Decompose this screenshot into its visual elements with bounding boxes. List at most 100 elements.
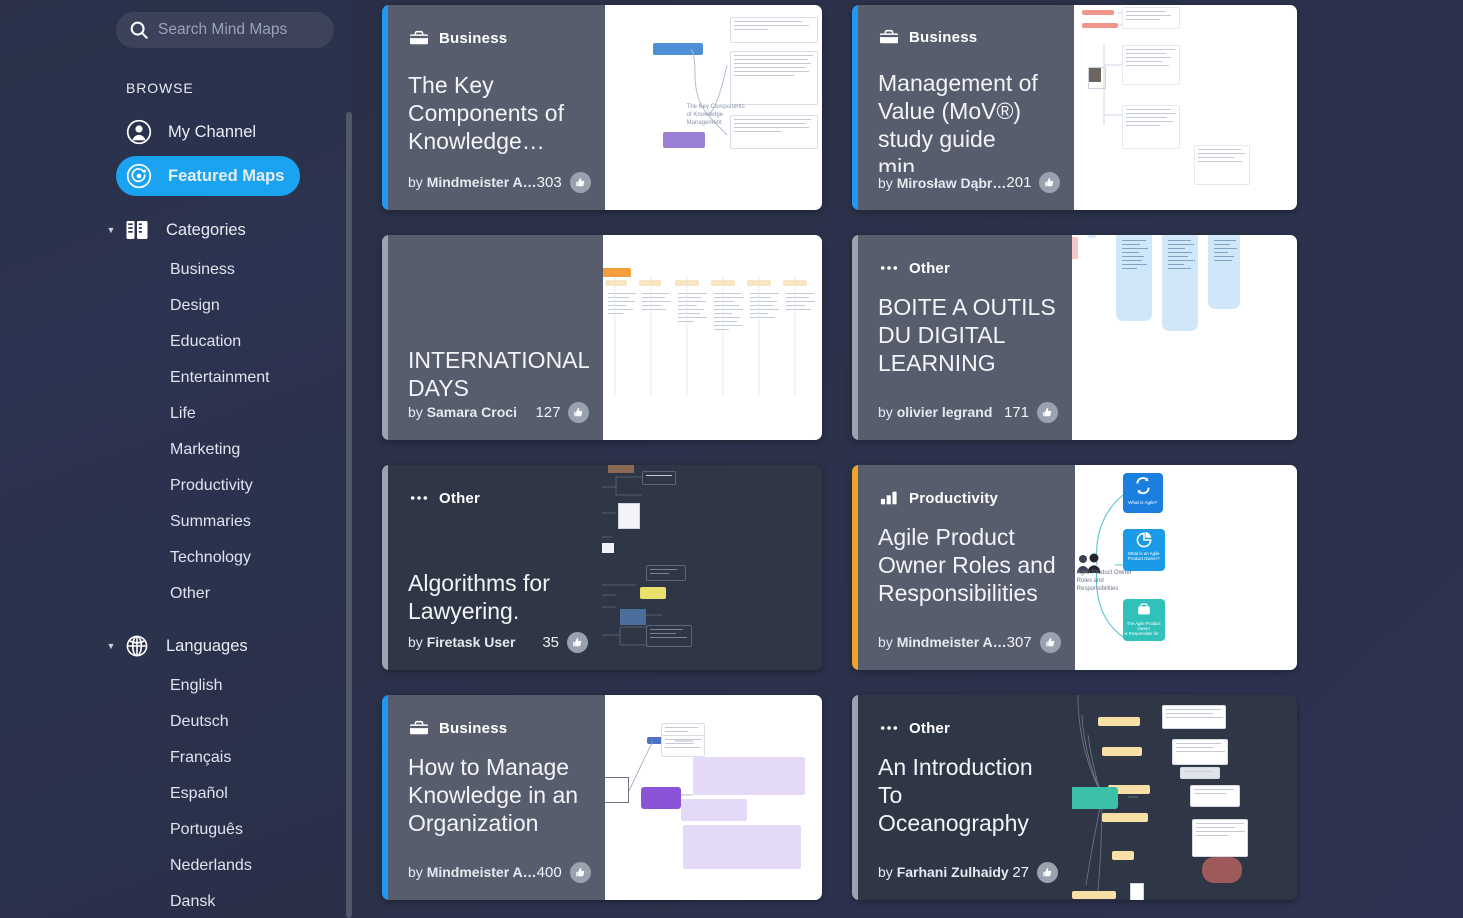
category-item-summaries[interactable]: Summaries <box>170 504 326 540</box>
byline-prefix: by <box>408 404 423 421</box>
card-category-badge: Productivity <box>878 487 1061 509</box>
card-likes[interactable]: 171 <box>1003 401 1058 423</box>
card-likes[interactable]: 35 <box>542 631 588 653</box>
card-accent-bar <box>382 5 388 210</box>
language-item-portugues[interactable]: Português <box>170 812 326 848</box>
byline-prefix: by <box>408 864 423 880</box>
card-category-badge: Other <box>878 717 1058 739</box>
category-item-business[interactable]: Business <box>170 252 326 288</box>
card-likes[interactable]: 400 <box>537 861 591 883</box>
card-footer: by Firetask User 35 <box>408 630 588 654</box>
card-title: BOITE A OUTILS DU DIGITAL LEARNING <box>878 294 1056 376</box>
mind-map-card[interactable]: Other BOITE A OUTILS DU DIGITAL LEARNING… <box>852 235 1297 440</box>
card-footer: by Mirosław Dąbr… 201 <box>878 172 1061 194</box>
thumbs-up-icon[interactable] <box>567 631 588 653</box>
category-item-education[interactable]: Education <box>170 324 326 360</box>
byline-prefix: by <box>878 404 893 420</box>
mind-map-card[interactable]: Business Management of Value (MoV®) stud… <box>852 5 1297 210</box>
language-item-nederlands[interactable]: Nederlands <box>170 848 326 884</box>
card-accent-bar <box>382 465 388 670</box>
mind-map-card[interactable]: Other An Introduction To Oceanography by… <box>852 695 1297 900</box>
categories-list: Business Design Education Entertainment … <box>0 252 326 612</box>
sidebar-item-featured-maps[interactable]: Featured Maps <box>116 156 300 196</box>
chevron-down-icon: ▼ <box>106 640 116 651</box>
thumbs-up-icon[interactable] <box>1037 861 1058 883</box>
language-item-deutsch[interactable]: Deutsch <box>170 704 326 740</box>
byline-prefix: by <box>408 634 423 650</box>
thumbs-up-icon[interactable] <box>1037 401 1058 423</box>
sidebar: BROWSE My Channel Featured <box>0 0 352 918</box>
sidebar-scrollbar[interactable] <box>346 112 352 918</box>
card-likes[interactable]: 201 <box>1006 172 1061 194</box>
like-count: 27 <box>1012 863 1029 881</box>
card-category-label: Productivity <box>909 489 999 507</box>
card-thumbnail <box>604 695 822 900</box>
language-item-espanol[interactable]: Español <box>170 776 326 812</box>
card-footer: by Mindmeister A… 400 <box>408 860 591 884</box>
language-item-english[interactable]: English <box>170 668 326 704</box>
user-avatar-icon <box>124 117 154 147</box>
card-author: Firetask User <box>426 634 516 650</box>
search-input[interactable] <box>150 21 352 39</box>
sidebar-group-label: Languages <box>166 636 248 655</box>
card-category-badge: Other <box>408 487 588 509</box>
byline-prefix: by <box>878 864 893 880</box>
card-accent-bar <box>852 5 858 210</box>
card-accent-bar <box>852 235 858 440</box>
thumbs-up-icon[interactable] <box>1039 172 1061 194</box>
featured-maps-main: Business The Key Components of Knowledge… <box>352 0 1463 918</box>
card-category-badge: Business <box>408 717 591 739</box>
sidebar-group-categories[interactable]: ▼ Categories <box>104 210 326 250</box>
card-title: An Introduction To Oceanography <box>878 754 1033 836</box>
category-item-productivity[interactable]: Productivity <box>170 468 326 504</box>
category-item-technology[interactable]: Technology <box>170 540 326 576</box>
card-likes[interactable]: 303 <box>537 171 591 193</box>
mind-map-card[interactable]: INTERNATIONAL DAYS by Samara Croci 127 <box>382 235 822 440</box>
card-footer: by Mindmeister A… 303 <box>408 170 591 194</box>
briefcase-icon <box>408 718 430 738</box>
language-item-francais[interactable]: Français <box>170 740 326 776</box>
category-item-marketing[interactable]: Marketing <box>170 432 326 468</box>
card-category-label: Other <box>909 259 951 277</box>
sidebar-item-my-channel[interactable]: My Channel <box>116 112 326 152</box>
card-category-label: Business <box>439 29 508 47</box>
thumbs-up-icon[interactable] <box>569 861 591 883</box>
mindmap-preview <box>603 235 822 440</box>
like-count: 127 <box>535 403 561 421</box>
card-author: Samara Croci <box>426 404 517 421</box>
card-author: Mindmeister A… <box>896 634 1007 650</box>
mind-map-card[interactable]: Business The Key Components of Knowledge… <box>382 5 822 210</box>
mindmap-preview <box>1072 235 1297 440</box>
card-accent-bar <box>382 235 388 440</box>
category-item-design[interactable]: Design <box>170 288 326 324</box>
card-byline: by Farhani Zulhaidy <box>878 864 1009 880</box>
card-byline: by olivier legrand <box>878 404 992 420</box>
bar-chart-icon <box>878 488 900 508</box>
mind-map-card[interactable]: Business How to Manage Knowledge in an O… <box>382 695 822 900</box>
sidebar-group-languages[interactable]: ▼ Languages <box>104 626 326 666</box>
thumbs-up-icon[interactable] <box>1039 631 1061 653</box>
thumbs-up-icon[interactable] <box>569 171 591 193</box>
card-info: INTERNATIONAL DAYS by Samara Croci 127 <box>382 235 604 440</box>
mindmap-preview <box>604 695 822 900</box>
language-item-dansk[interactable]: Dansk <box>170 884 326 918</box>
mind-map-card[interactable]: Other Algorithms for Lawyering. by Firet… <box>382 465 822 670</box>
card-likes[interactable]: 307 <box>1007 631 1061 653</box>
card-likes[interactable]: 27 <box>1012 861 1058 883</box>
like-count: 171 <box>1003 403 1029 421</box>
sidebar-item-label: My Channel <box>168 122 257 141</box>
category-item-entertainment[interactable]: Entertainment <box>170 360 326 396</box>
briefcase-icon <box>878 27 900 47</box>
thumbs-up-icon[interactable] <box>568 401 590 423</box>
card-likes[interactable]: 127 <box>535 401 590 423</box>
mind-map-card[interactable]: Productivity Agile Product Owner Roles a… <box>852 465 1297 670</box>
card-info: Business Management of Value (MoV®) stud… <box>852 5 1075 210</box>
mind-map-card-grid: Business The Key Components of Knowledge… <box>382 5 1463 900</box>
category-item-other[interactable]: Other <box>170 576 326 612</box>
card-category-badge-empty <box>408 257 589 278</box>
card-title: How to Manage Knowledge in an Organizati… <box>408 754 579 836</box>
dots-icon <box>408 488 430 508</box>
dots-icon <box>878 718 900 738</box>
category-item-life[interactable]: Life <box>170 396 326 432</box>
search-box[interactable] <box>116 12 352 48</box>
